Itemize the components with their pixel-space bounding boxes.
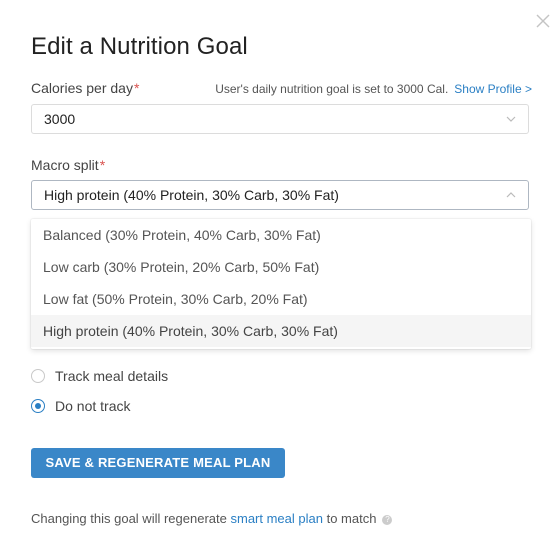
macro-option-low-carb[interactable]: Low carb (30% Protein, 20% Carb, 50% Fat…	[31, 251, 531, 283]
macro-option-high-protein[interactable]: High protein (40% Protein, 30% Carb, 30%…	[31, 315, 531, 347]
radio-unchecked[interactable]	[31, 369, 45, 383]
track-meal-details-option[interactable]: Track meal details	[31, 368, 168, 384]
calories-label-text: Calories per day	[31, 80, 133, 96]
chevron-up-icon	[506, 192, 516, 198]
calories-select[interactable]: 3000	[31, 104, 529, 134]
radio-checked[interactable]	[31, 399, 45, 413]
required-mark: *	[133, 80, 140, 96]
show-profile-link[interactable]: Show Profile >	[454, 82, 532, 96]
radio-label: Do not track	[55, 398, 131, 414]
question-icon[interactable]: ?	[382, 515, 393, 525]
save-regenerate-button[interactable]: SAVE & REGENERATE MEAL PLAN	[31, 448, 285, 478]
do-not-track-option[interactable]: Do not track	[31, 398, 130, 414]
calories-hint: User's daily nutrition goal is set to 30…	[215, 82, 532, 96]
macro-label: Macro split*	[31, 157, 105, 173]
calories-label: Calories per day*	[31, 80, 139, 96]
macro-option-low-fat[interactable]: Low fat (50% Protein, 30% Carb, 20% Fat)	[31, 283, 531, 315]
macro-label-text: Macro split	[31, 157, 99, 173]
smart-meal-plan-link[interactable]: smart meal plan	[230, 511, 322, 526]
calories-hint-text: User's daily nutrition goal is set to 30…	[215, 82, 449, 96]
footer-note: Changing this goal will regenerate smart…	[31, 511, 393, 526]
calories-value: 3000	[44, 111, 76, 127]
footer-text-before: Changing this goal will regenerate	[31, 511, 227, 526]
footer-text-after: to match	[326, 511, 377, 526]
macro-select[interactable]: High protein (40% Protein, 30% Carb, 30%…	[31, 180, 529, 210]
radio-label: Track meal details	[55, 368, 169, 384]
macro-dropdown-menu: Balanced (30% Protein, 40% Carb, 30% Fat…	[31, 219, 531, 349]
required-mark: *	[99, 157, 106, 173]
close-button[interactable]	[534, 12, 552, 30]
chevron-down-icon	[506, 116, 516, 122]
close-icon	[536, 14, 550, 28]
macro-option-balanced[interactable]: Balanced (30% Protein, 40% Carb, 30% Fat…	[31, 219, 531, 251]
dialog-title: Edit a Nutrition Goal	[31, 33, 248, 60]
macro-value: High protein (40% Protein, 30% Carb, 30%…	[44, 187, 339, 203]
